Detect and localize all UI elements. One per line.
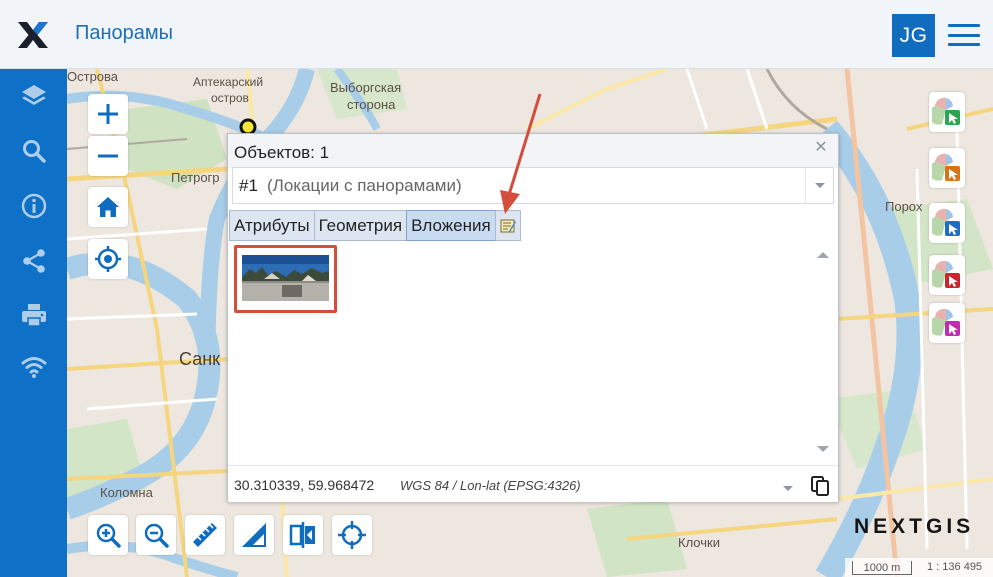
measure-distance-button[interactable] (185, 515, 225, 555)
feature-id: #1 (239, 176, 258, 195)
zoom-out-tool-button[interactable] (136, 515, 176, 555)
split-view-icon (289, 522, 315, 548)
attachments-panel (229, 241, 837, 463)
identify-red-icon (932, 260, 960, 288)
identify-orange-icon (932, 153, 960, 181)
coordinate-pick-button[interactable] (332, 515, 372, 555)
magnifier-minus-icon (144, 523, 169, 548)
map-label-ostrova: Острова (67, 69, 119, 84)
annotation-arrow (500, 93, 542, 214)
info-icon[interactable] (16, 188, 52, 224)
layers-icon[interactable] (16, 78, 52, 114)
map-label-petrogr: Петрогр (171, 170, 220, 185)
map-label-kolomna: Коломна (100, 485, 153, 500)
measure-area-button[interactable] (234, 515, 274, 555)
identify-red-button[interactable] (929, 255, 965, 295)
identify-magenta-button[interactable] (929, 303, 965, 343)
identify-green-button[interactable] (929, 92, 965, 132)
zoom-in-tool-button[interactable] (88, 515, 128, 555)
identify-orange-button[interactable] (929, 148, 965, 188)
popup-tabs: Атрибуты Геометрия Вложения (229, 210, 521, 241)
swipe-compare-button[interactable] (283, 515, 323, 555)
target-icon (338, 521, 366, 549)
wifi-icon[interactable] (16, 349, 52, 385)
scale-bar: 1000 m (852, 561, 912, 575)
copy-icon[interactable] (810, 475, 830, 502)
crs-dropdown-icon[interactable] (782, 480, 794, 498)
share-icon[interactable] (16, 243, 52, 279)
map-label-ostrov: остров (211, 91, 249, 105)
print-icon[interactable] (16, 297, 52, 333)
highlight-frame (234, 245, 337, 313)
tab-attachments[interactable]: Вложения (406, 210, 496, 241)
tab-geometry[interactable]: Геометрия (313, 210, 408, 241)
tab-attributes[interactable]: Атрибуты (229, 210, 315, 241)
coordinates-value: 30.310339, 59.968472 (234, 477, 375, 493)
search-icon[interactable] (16, 133, 52, 169)
feature-layer-name: (Локации с панорамами) (267, 176, 462, 195)
panorama-thumbnail[interactable] (242, 255, 329, 301)
user-avatar[interactable]: JG (892, 14, 935, 57)
zoom-out-button[interactable] (88, 136, 128, 176)
home-icon (97, 197, 119, 217)
app-title: Панорамы (75, 22, 174, 44)
hamburger-menu-icon[interactable] (946, 21, 982, 49)
scale-control: 1000 m 1 : 136 495 (845, 558, 993, 577)
identify-blue-button[interactable] (929, 203, 965, 243)
triangle-ruler-icon (242, 523, 266, 547)
map-label-sank: Санк (179, 349, 221, 369)
chevron-down-icon[interactable] (805, 168, 833, 203)
map-label-aptekarsky: Аптекарский (193, 75, 264, 89)
magnifier-plus-icon (96, 523, 121, 548)
popup-title: Объектов: 1 (234, 143, 330, 162)
scale-ratio: 1 : 136 495 (927, 561, 983, 573)
identify-green-icon (932, 97, 960, 125)
popup-footer: 30.310339, 59.968472 WGS 84 / Lon-lat (E… (228, 465, 838, 502)
scrollbar[interactable] (812, 241, 834, 463)
nextgis-brand: NEXTGIS (854, 515, 975, 538)
crosshair-icon (95, 246, 121, 272)
header-bar: Панорамы JG (0, 0, 993, 69)
zoom-in-button[interactable] (88, 94, 128, 134)
identify-blue-icon (932, 208, 960, 236)
ruler-icon (193, 523, 217, 547)
map-label-vyborgskaya: Выборгская (330, 80, 402, 95)
map-label-porokh: Порох (885, 199, 923, 214)
home-button[interactable] (88, 187, 128, 227)
app-window: Панорамы JG Острова Аптекарский остров В… (0, 0, 993, 577)
crs-label: WGS 84 / Lon-lat (EPSG:4326) (400, 478, 581, 493)
nextgis-logo-icon[interactable] (16, 20, 50, 50)
map-label-klochki: Клочки (678, 535, 720, 550)
map-label-storona: сторона (347, 97, 396, 112)
locate-button[interactable] (88, 239, 128, 279)
close-icon[interactable]: ✕ (813, 140, 829, 156)
identify-magenta-icon (932, 308, 960, 336)
left-sidebar (0, 69, 67, 577)
